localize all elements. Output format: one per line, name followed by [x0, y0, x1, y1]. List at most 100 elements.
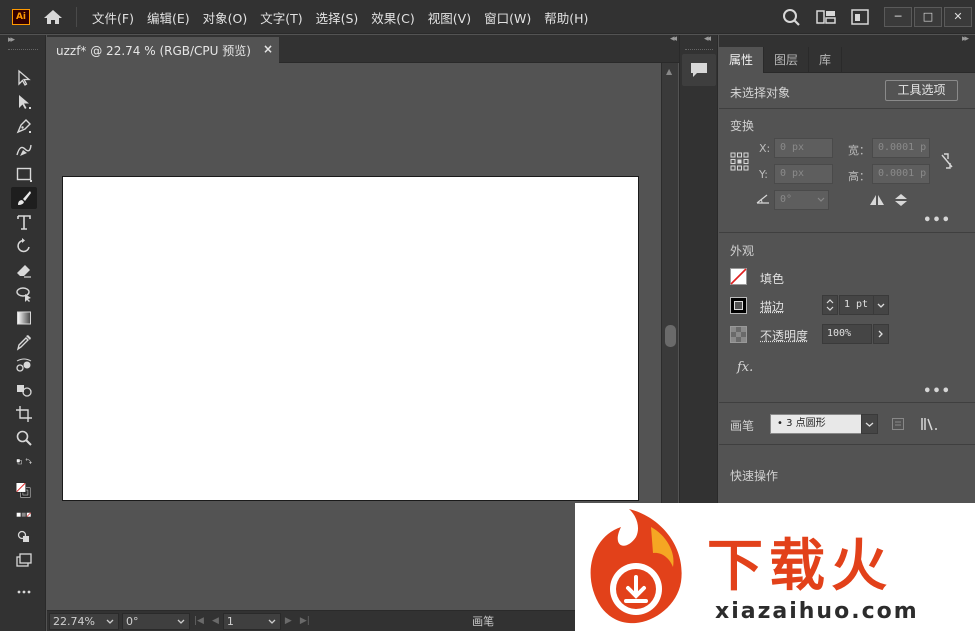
document-tab[interactable]: uzzf* @ 22.74 % (RGB/CPU 预览) × [47, 37, 279, 63]
menu-select[interactable]: 选择(S) [310, 8, 365, 27]
menu-edit[interactable]: 编辑(E) [141, 8, 196, 27]
stroke-weight-input[interactable]: 1 pt [839, 295, 874, 315]
scrollbar-thumb[interactable] [665, 325, 676, 347]
chevron-down-icon[interactable] [104, 615, 116, 628]
close-window-icon[interactable]: ✕ [944, 7, 972, 27]
maximize-icon[interactable]: □ [914, 7, 942, 27]
blend-tool-icon[interactable] [11, 355, 37, 377]
rotate-tool-icon[interactable] [11, 235, 37, 257]
expand-panels-icon[interactable]: ◂◂ [704, 34, 711, 44]
panel-grip[interactable] [685, 49, 713, 50]
artboard[interactable] [62, 176, 639, 501]
workspace-switcher-icon[interactable] [814, 7, 838, 27]
rotation-value: 0° [126, 614, 139, 628]
selection-status: 未选择对象 [730, 86, 791, 100]
eyedropper-tool-icon[interactable] [11, 331, 37, 353]
edit-toolbar-more-icon[interactable] [11, 581, 37, 603]
gradient-tool-icon[interactable] [11, 307, 37, 329]
minimize-icon[interactable]: ─ [884, 7, 912, 27]
home-icon[interactable] [42, 8, 64, 26]
chevron-down-icon[interactable] [175, 615, 187, 628]
opacity-label[interactable]: 不透明度 [760, 327, 808, 344]
first-artboard-icon[interactable]: |◀ [194, 616, 204, 626]
watermark-logo: 下载火 xiazaihuo.com [575, 503, 975, 631]
x-input[interactable]: 0 px [774, 138, 833, 158]
menu-bar: Ai 文件(F) 编辑(E) 对象(O) 文字(T) 选择(S) 效果(C) 视… [0, 0, 975, 34]
stroke-label[interactable]: 描边 [760, 298, 784, 315]
search-icon[interactable] [780, 7, 804, 27]
opacity-dropdown[interactable] [873, 324, 889, 344]
transform-more-options-icon[interactable]: ••• [923, 213, 951, 228]
tool-options-button[interactable]: 工具选项 [885, 80, 958, 101]
shape-builder-tool-icon[interactable] [11, 379, 37, 401]
canvas[interactable] [47, 63, 661, 610]
color-mode-icon[interactable] [8, 509, 40, 521]
pen-tool-icon[interactable] [11, 115, 37, 137]
lasso-select-tool-icon[interactable] [11, 283, 37, 305]
chevron-down-icon[interactable] [815, 195, 827, 205]
menu-window[interactable]: 窗口(W) [478, 8, 537, 27]
zoom-tool-icon[interactable] [11, 427, 37, 449]
direct-selection-tool-icon[interactable] [11, 91, 37, 113]
curvature-tool-icon[interactable] [11, 139, 37, 161]
brush-value: • 3 点圆形 [777, 418, 826, 429]
brush-options-icon[interactable] [891, 417, 905, 431]
x-label: X: [759, 142, 771, 155]
brush-dropdown[interactable] [861, 414, 878, 434]
tab-properties[interactable]: 属性 [719, 47, 765, 73]
stroke-stepper[interactable] [822, 295, 838, 315]
comments-icon[interactable] [682, 54, 716, 86]
main-menu: 文件(F) 编辑(E) 对象(O) 文字(T) 选择(S) 效果(C) 视图(V… [86, 0, 595, 34]
opacity-input[interactable]: 100% [822, 324, 872, 344]
toolbar-grip[interactable] [8, 49, 38, 53]
menu-file[interactable]: 文件(F) [86, 8, 140, 27]
height-input[interactable]: 0.0001 p [872, 164, 930, 184]
eraser-tool-icon[interactable] [11, 259, 37, 281]
last-artboard-icon[interactable]: ▶| [300, 616, 310, 626]
collapse-panel-icon[interactable]: ▸▸ [962, 34, 969, 44]
constrain-proportions-icon[interactable] [939, 152, 955, 170]
stroke-weight-dropdown[interactable] [873, 295, 889, 315]
tab-layers[interactable]: 图层 [764, 47, 810, 73]
flip-vertical-icon[interactable] [893, 193, 909, 207]
scroll-up-icon[interactable]: ▲ [666, 67, 672, 76]
menu-view[interactable]: 视图(V) [422, 8, 477, 27]
collapse-panels-icon[interactable]: ◂◂ [670, 34, 677, 44]
menu-effect[interactable]: 效果(C) [365, 8, 420, 27]
menu-type[interactable]: 文字(T) [254, 8, 308, 27]
app-logo: Ai [12, 9, 30, 25]
artboard-navigator[interactable]: 1 [222, 612, 281, 630]
y-input[interactable]: 0 px [774, 164, 833, 184]
fill-stroke-swatch-icon[interactable] [8, 475, 40, 505]
tab-libraries[interactable]: 库 [809, 47, 843, 73]
stroke-swatch-icon[interactable] [730, 297, 747, 314]
brush-libraries-icon[interactable] [919, 416, 939, 432]
next-artboard-icon[interactable]: ▶ [285, 616, 292, 626]
opacity-checker-icon[interactable] [730, 326, 747, 343]
type-tool-icon[interactable] [11, 211, 37, 233]
chevron-down-icon[interactable] [266, 615, 278, 628]
reference-point-icon[interactable] [730, 152, 749, 171]
default-swap-colors-icon[interactable] [6, 453, 42, 471]
rotation-field[interactable]: 0° [122, 612, 190, 630]
paintbrush-tool-icon[interactable] [11, 187, 37, 209]
fx-effects-icon[interactable]: fx. [737, 360, 753, 375]
arrange-documents-icon[interactable] [848, 7, 872, 27]
brush-label: 画笔 [730, 419, 755, 433]
selection-tool-icon[interactable] [11, 67, 37, 89]
zoom-field[interactable]: 22.74% [49, 612, 119, 630]
width-input[interactable]: 0.0001 p [872, 138, 930, 158]
artboard-tool-icon[interactable] [11, 403, 37, 425]
fill-none-icon[interactable] [730, 268, 747, 285]
flip-horizontal-icon[interactable] [869, 193, 885, 207]
screen-mode-icon[interactable] [11, 549, 37, 571]
menu-object[interactable]: 对象(O) [197, 8, 254, 27]
rectangle-tool-icon[interactable] [11, 163, 37, 185]
drawing-mode-icon[interactable] [11, 525, 37, 547]
close-tab-icon[interactable]: × [263, 42, 273, 56]
menu-help[interactable]: 帮助(H) [538, 8, 594, 27]
previous-artboard-icon[interactable]: ◀ [212, 616, 219, 626]
appearance-more-options-icon[interactable]: ••• [923, 384, 951, 399]
collapse-toolbar-icon[interactable]: ▸▸ [8, 35, 15, 45]
angle-icon [756, 194, 769, 204]
